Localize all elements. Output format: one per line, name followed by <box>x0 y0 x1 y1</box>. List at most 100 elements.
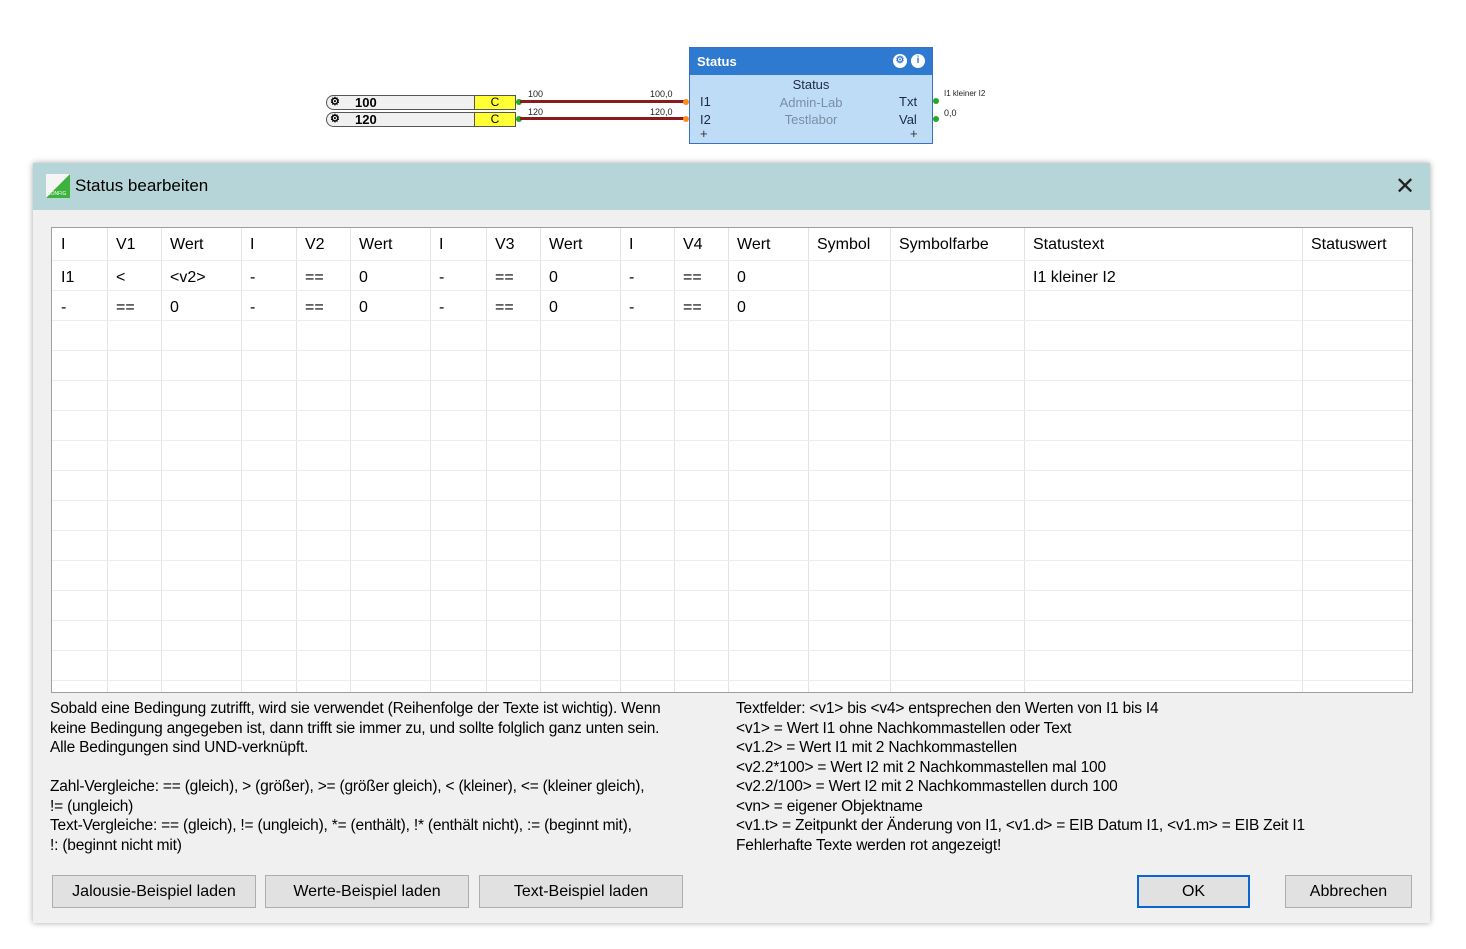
table-cell[interactable]: I1 kleiner I2 <box>1033 269 1116 287</box>
column-header[interactable]: Wert <box>737 236 770 254</box>
table-cell[interactable]: <v2> <box>170 269 206 287</box>
close-icon[interactable]: ✕ <box>1395 172 1415 201</box>
column-header[interactable]: V3 <box>495 236 515 254</box>
table-cell[interactable]: == <box>495 269 514 287</box>
table-cell[interactable]: == <box>305 269 324 287</box>
column-divider[interactable] <box>674 228 675 692</box>
column-header[interactable]: I <box>629 236 633 254</box>
column-header[interactable]: I <box>439 236 443 254</box>
table-cell[interactable]: == <box>116 299 135 317</box>
output-value-2: 0,0 <box>944 108 957 118</box>
load-values-example-button[interactable]: Werte-Beispiel laden <box>265 875 469 908</box>
row-divider <box>52 410 1412 411</box>
row-divider <box>52 560 1412 561</box>
table-cell[interactable]: - <box>439 299 444 317</box>
column-header[interactable]: Statuswert <box>1311 236 1387 254</box>
output-pin-label-2: Val <box>899 112 917 127</box>
column-divider[interactable] <box>808 228 809 692</box>
constant-type-1: C <box>474 95 516 110</box>
table-cell[interactable]: - <box>629 269 634 287</box>
row-divider <box>52 530 1412 531</box>
status-table[interactable]: I V1 Wert I V2 Wert I V3 Wert I V4 Wert Symbol Symbol… <box>51 227 1413 693</box>
row-divider <box>52 680 1412 681</box>
column-divider[interactable] <box>1024 228 1025 692</box>
column-divider[interactable] <box>296 228 297 692</box>
table-cell[interactable]: 0 <box>737 269 746 287</box>
block-header[interactable]: Status ⚙ i <box>690 48 932 75</box>
wire-value-1: 100 <box>528 89 544 99</box>
table-cell[interactable]: 0 <box>737 299 746 317</box>
column-divider[interactable] <box>890 228 891 692</box>
info-icon[interactable]: i <box>911 54 925 68</box>
column-divider[interactable] <box>107 228 108 692</box>
column-divider[interactable] <box>728 228 729 692</box>
column-divider[interactable] <box>620 228 621 692</box>
ok-button[interactable]: OK <box>1137 875 1250 908</box>
column-header[interactable]: I <box>250 236 254 254</box>
table-cell[interactable]: - <box>250 269 255 287</box>
column-header[interactable]: Wert <box>359 236 392 254</box>
input-pin[interactable] <box>683 99 689 105</box>
table-cell[interactable]: == <box>683 299 702 317</box>
column-header[interactable]: V1 <box>116 236 136 254</box>
status-edit-dialog: CONFIG Status bearbeiten ✕ I V1 Wert I V2 Wer… <box>33 163 1430 923</box>
table-cell[interactable]: - <box>250 299 255 317</box>
column-divider[interactable] <box>241 228 242 692</box>
column-header[interactable]: I <box>61 236 65 254</box>
table-cell[interactable]: 0 <box>359 299 368 317</box>
column-divider[interactable] <box>430 228 431 692</box>
title-bar[interactable]: CONFIG Status bearbeiten ✕ <box>33 163 1430 210</box>
table-cell[interactable]: 0 <box>170 299 179 317</box>
load-text-example-button[interactable]: Text-Beispiel laden <box>479 875 683 908</box>
gear-icon[interactable]: ⚙ <box>893 54 907 68</box>
column-header[interactable]: Wert <box>549 236 582 254</box>
add-output-icon[interactable]: + <box>910 126 918 141</box>
table-cell[interactable]: - <box>439 269 444 287</box>
gear-icon[interactable]: ⚙ <box>330 96 340 109</box>
table-cell[interactable]: == <box>683 269 702 287</box>
constant-value: 120 <box>355 112 377 127</box>
constant-input-1[interactable]: ⚙ 100 <box>326 95 476 110</box>
column-header[interactable]: Statustext <box>1033 236 1104 254</box>
output-pin[interactable] <box>933 116 939 122</box>
load-jalousie-example-button[interactable]: Jalousie-Beispiel laden <box>52 875 256 908</box>
connection-wire-1[interactable] <box>520 100 684 103</box>
column-header[interactable]: V2 <box>305 236 325 254</box>
column-divider[interactable] <box>540 228 541 692</box>
table-cell[interactable]: 0 <box>549 269 558 287</box>
column-header[interactable]: Symbol <box>817 236 870 254</box>
table-cell[interactable]: - <box>629 299 634 317</box>
column-header[interactable]: Wert <box>170 236 203 254</box>
logic-canvas: ⚙ 100 C 100 100,0 ⚙ 120 C 120 120,0 Stat… <box>0 0 1466 160</box>
table-cell[interactable]: == <box>495 299 514 317</box>
constant-input-2[interactable]: ⚙ 120 <box>326 112 476 127</box>
table-cell[interactable]: - <box>61 299 66 317</box>
table-cell[interactable]: 0 <box>549 299 558 317</box>
row-divider <box>52 260 1412 261</box>
input-pin[interactable] <box>683 116 689 122</box>
block-title: Status <box>697 54 737 69</box>
column-divider[interactable] <box>350 228 351 692</box>
status-block[interactable]: Status ⚙ i Status Admin-Lab Testlabor I1… <box>689 47 933 144</box>
column-header[interactable]: V4 <box>683 236 703 254</box>
column-divider[interactable] <box>161 228 162 692</box>
column-divider[interactable] <box>1302 228 1303 692</box>
gear-icon[interactable]: ⚙ <box>330 113 340 126</box>
row-divider <box>52 590 1412 591</box>
pin-value-2: 120,0 <box>650 107 673 117</box>
table-cell[interactable]: == <box>305 299 324 317</box>
constant-value: 100 <box>355 95 377 110</box>
row-divider <box>52 470 1412 471</box>
add-input-icon[interactable]: + <box>700 126 708 141</box>
connection-wire-2[interactable] <box>520 117 684 120</box>
row-divider <box>52 440 1412 441</box>
output-value-1: I1 kleiner I2 <box>944 89 986 98</box>
column-divider[interactable] <box>486 228 487 692</box>
row-divider <box>52 620 1412 621</box>
table-cell[interactable]: < <box>116 269 125 287</box>
column-header[interactable]: Symbolfarbe <box>899 236 989 254</box>
table-cell[interactable]: 0 <box>359 269 368 287</box>
table-cell[interactable]: I1 <box>61 269 74 287</box>
cancel-button[interactable]: Abbrechen <box>1285 875 1412 908</box>
output-pin[interactable] <box>933 98 939 104</box>
